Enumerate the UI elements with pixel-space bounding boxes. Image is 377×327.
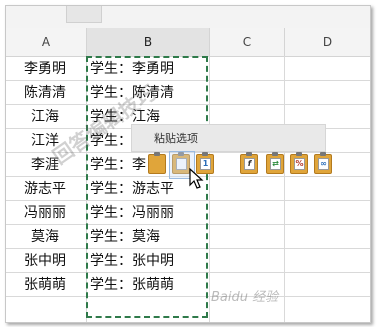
cell-a3[interactable]: 江海	[6, 105, 84, 129]
column-header-c[interactable]: C	[210, 28, 285, 57]
paste-formula-fx-icon[interactable]: f	[238, 151, 260, 177]
paste-transpose-icon[interactable]: ⇄	[264, 151, 286, 177]
watermark-brand: Baidu 经验	[211, 290, 279, 305]
cell-a10[interactable]: 张萌萌	[6, 273, 84, 297]
paste-icon[interactable]	[146, 151, 168, 177]
mouse-cursor-icon	[189, 168, 204, 189]
spreadsheet-window: A B C D 李勇明 学生：李勇明 陈清清 学生：陈清清 江海 学生：江海 江…	[5, 5, 371, 323]
paste-formatting-icon[interactable]: %	[288, 151, 310, 177]
paste-options-title: 粘贴选项	[154, 132, 198, 145]
cell-a1[interactable]: 李勇明	[6, 57, 84, 81]
column-header-a[interactable]: A	[6, 28, 87, 57]
paste-link-icon[interactable]: ∞	[312, 151, 334, 177]
grid-line	[284, 56, 285, 322]
ribbon-strip	[6, 6, 370, 28]
cell-a9[interactable]: 张中明	[6, 249, 84, 273]
cell-a7[interactable]: 冯丽丽	[6, 201, 84, 225]
cell-a8[interactable]: 莫海	[6, 225, 84, 249]
column-header-d[interactable]: D	[285, 28, 370, 57]
cell-a6[interactable]: 游志平	[6, 177, 84, 201]
cell-a2[interactable]: 陈清清	[6, 81, 84, 105]
column-header-b[interactable]: B	[87, 28, 210, 57]
sheet-tab-stub[interactable]	[66, 6, 102, 23]
